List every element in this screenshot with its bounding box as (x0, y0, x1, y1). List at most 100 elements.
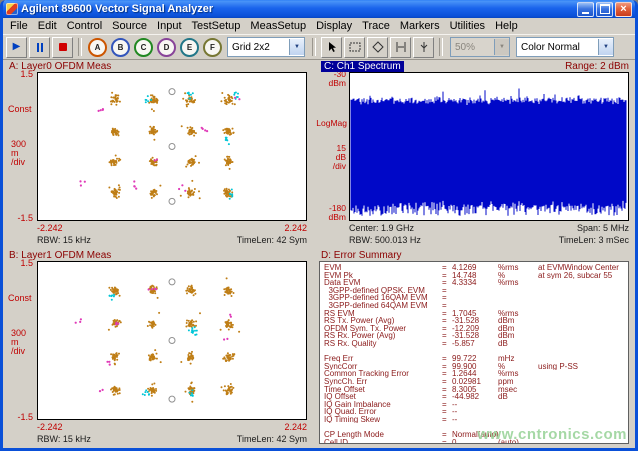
measurement-grid: A: Layer0 OFDM Meas 1.5 Const 300 m /div… (3, 60, 635, 448)
error-summary-row: IQ Gain Imbalance=-- (324, 401, 628, 409)
pause-icon (37, 43, 43, 52)
menu-item-file[interactable]: File (5, 19, 33, 33)
menu-item-utilities[interactable]: Utilities (445, 19, 490, 33)
panel-c-title[interactable]: C: Ch1 Spectrum (321, 61, 404, 72)
ref-level-label: -30 dBm (315, 70, 346, 88)
toolbar-separator (78, 38, 82, 56)
trace-e-button[interactable]: E (180, 38, 199, 57)
panel-c-title-text: C: Ch1 Spectrum (321, 61, 404, 72)
marker-diamond-button[interactable] (367, 37, 388, 58)
titlebar[interactable]: Agilent 89600 Vector Signal Analyzer × (3, 0, 635, 18)
span-readout: Span: 5 MHz (577, 223, 629, 233)
error-summary-row: EVM=4.1269%rmsat EVMWindow Center (324, 264, 628, 272)
error-summary-row: RS Rx. Power (Avg)=-31.528dBm (324, 332, 628, 340)
record-button[interactable] (52, 37, 73, 58)
panel-a-title[interactable]: A: Layer0 OFDM Meas (9, 61, 111, 72)
error-summary-row: IQ Timing Skew=-- (324, 416, 628, 424)
offset-marker-button[interactable] (413, 37, 434, 58)
error-summary-row: RS Rx. Quality=-5.857dB (324, 340, 628, 348)
panel-b-title[interactable]: B: Layer1 OFDM Meas (9, 250, 111, 261)
scale-type-label: LogMag (315, 118, 347, 128)
menu-item-control[interactable]: Control (62, 19, 107, 33)
menu-item-edit[interactable]: Edit (33, 19, 62, 33)
bottom-level-label: -180 dBm (315, 204, 346, 222)
pointer-tool-button[interactable] (321, 37, 342, 58)
x-min-label: -2.242 (37, 422, 63, 432)
menu-item-meassetup[interactable]: MeasSetup (245, 19, 311, 33)
error-summary-row: 3GPP-defined 16QAM EVM= (324, 294, 628, 302)
error-summary-row: 3GPP-defined 64QAM EVM= (324, 302, 628, 310)
record-icon (59, 43, 67, 51)
error-summary-row: Data EVM=4.3334%rms (324, 279, 628, 287)
error-summary-row: Freq Err=99.722mHz (324, 355, 628, 363)
error-summary-row: IQ Quad. Error=-- (324, 408, 628, 416)
trace-b-button[interactable]: B (111, 38, 130, 57)
band-marker-button[interactable] (390, 37, 411, 58)
menu-item-help[interactable]: Help (490, 19, 523, 33)
color-mode-select[interactable]: Color Normal ▼ (516, 37, 614, 57)
toolbar: ▶ A B C D E F Grid 2x2 ▼ 50% (3, 34, 635, 60)
trace-d-button[interactable]: D (157, 38, 176, 57)
toolbar-separator (439, 38, 443, 56)
timelen-readout: TimeLen: 42 Sym (237, 434, 307, 444)
trace-a-button[interactable]: A (88, 38, 107, 57)
trace-f-button[interactable]: F (203, 38, 222, 57)
panel-a: A: Layer0 OFDM Meas 1.5 Const 300 m /div… (3, 60, 315, 249)
app-window: Agilent 89600 Vector Signal Analyzer × F… (0, 0, 638, 451)
y-scale-per-div: 300 m /div (11, 140, 26, 167)
close-button[interactable]: × (615, 2, 632, 17)
grid-layout-value: Grid 2x2 (232, 42, 285, 53)
toolbar-separator (312, 38, 316, 56)
y-min-label: -1.5 (3, 213, 33, 223)
minimize-button[interactable] (577, 2, 594, 17)
menu-item-markers[interactable]: Markers (395, 19, 445, 33)
timelen-readout: TimeLen: 3 mSec (559, 235, 629, 245)
zoom-level-value: 50% (455, 42, 490, 53)
trace-c-button[interactable]: C (134, 38, 153, 57)
center-freq-readout: Center: 1.9 GHz (349, 223, 414, 233)
menu-bar: File Edit Control Source Input TestSetup… (3, 18, 635, 34)
play-icon: ▶ (13, 42, 21, 52)
watermark: www.cntronics.com (477, 426, 627, 443)
panel-d: D: Error Summary EVM=4.1269%rmsat EVMWin… (315, 249, 635, 448)
chevron-down-icon: ▼ (494, 39, 509, 55)
menu-item-trace[interactable]: Trace (357, 19, 395, 33)
zoom-box-tool-button[interactable] (344, 37, 365, 58)
x-max-label: 2.242 (284, 223, 307, 233)
chevron-down-icon: ▼ (598, 39, 613, 55)
y-axis-label: Const (8, 293, 32, 303)
zoom-level-select[interactable]: 50% ▼ (450, 37, 510, 57)
constellation-plot-b[interactable] (37, 261, 307, 420)
panel-d-title[interactable]: D: Error Summary (321, 250, 402, 261)
menu-item-source[interactable]: Source (107, 19, 152, 33)
color-mode-value: Color Normal (521, 42, 594, 53)
menu-item-testsetup[interactable]: TestSetup (187, 19, 246, 33)
error-summary-row: Common Tracking Error=1.2644%rms (324, 370, 628, 378)
menu-item-display[interactable]: Display (311, 19, 357, 33)
spectrum-plot[interactable] (349, 72, 629, 221)
range-readout: Range: 2 dBm (565, 61, 629, 72)
panel-b: B: Layer1 OFDM Meas 1.5 Const 300 m /div… (3, 249, 315, 448)
error-summary-row: Time Offset=8.3005msec (324, 386, 628, 394)
error-summary-row (324, 348, 628, 356)
y-scale-per-div: 300 m /div (11, 329, 26, 356)
error-summary-row: 3GPP-defined QPSK. EVM= (324, 287, 628, 295)
app-icon (6, 3, 18, 15)
zoom-box-icon (349, 42, 361, 52)
x-min-label: -2.242 (37, 223, 63, 233)
grid-layout-select[interactable]: Grid 2x2 ▼ (227, 37, 305, 57)
error-summary-row: SyncCh. Err=0.02981ppm (324, 378, 628, 386)
menu-item-input[interactable]: Input (152, 19, 186, 33)
restart-button[interactable]: ▶ (6, 37, 27, 58)
close-icon: × (620, 4, 626, 15)
pause-button[interactable] (29, 37, 50, 58)
maximize-icon (600, 4, 610, 14)
diamond-marker-icon (372, 41, 384, 53)
error-summary-row: EVM Pk=14.748%at sym 26, subcar 55 (324, 272, 628, 280)
constellation-plot-a[interactable] (37, 72, 307, 221)
minimize-icon (582, 12, 589, 14)
rbw-readout: RBW: 15 kHz (37, 434, 91, 444)
panel-c: C: Ch1 Spectrum Range: 2 dBm -30 dBm Log… (315, 60, 635, 249)
error-summary-box: EVM=4.1269%rmsat EVMWindow CenterEVM Pk=… (319, 261, 629, 444)
maximize-button[interactable] (596, 2, 613, 17)
